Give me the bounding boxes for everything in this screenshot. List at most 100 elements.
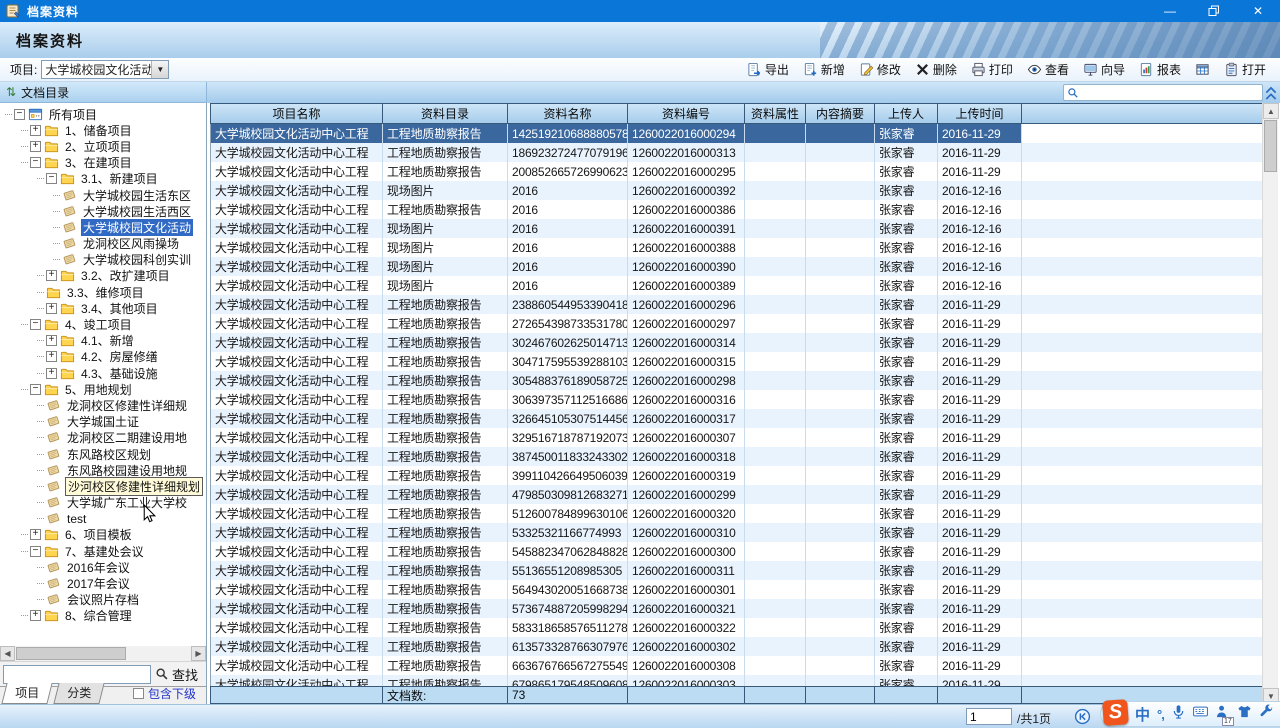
tree-item[interactable]: −3.1、新建项目 <box>0 171 207 187</box>
tree-item[interactable]: 龙洞校区风雨操场 <box>0 236 207 252</box>
table-row[interactable]: 大学城校园文化活动中心工程工程地质勘察报告6135733287663079761… <box>211 637 1262 656</box>
tree-item-label[interactable]: 3.1、新建项目 <box>79 170 160 187</box>
collapse-node-icon[interactable]: − <box>14 109 25 120</box>
tree-item-label[interactable]: 东风路校区规划 <box>65 446 153 463</box>
tree-item[interactable]: +4.1、新增 <box>0 333 207 349</box>
tree-item[interactable]: +8、综合管理 <box>0 608 207 624</box>
tree-item-label[interactable]: 6、项目模板 <box>63 526 134 543</box>
column-header-name[interactable]: 资料名称 <box>508 104 628 123</box>
tree-item-label[interactable]: 大学城国土证 <box>65 413 141 430</box>
tab-category[interactable]: 分类 <box>53 683 104 704</box>
tree-item-label[interactable]: 4.2、房屋修缮 <box>79 348 160 365</box>
column-header-time[interactable]: 上传时间 <box>938 104 1022 123</box>
first-page-icon[interactable] <box>1074 708 1091 725</box>
tree-item-label[interactable]: 2017年会议 <box>65 575 132 592</box>
table-row[interactable]: 大学城校园文化活动中心工程工程地质勘察报告5332532116677499312… <box>211 523 1262 542</box>
microphone-icon[interactable] <box>1171 704 1186 724</box>
table-row[interactable]: 大学城校园文化活动中心工程工程地质勘察报告1869232724770791961… <box>211 143 1262 162</box>
tree-item[interactable]: +1、储备项目 <box>0 122 207 138</box>
tree-item-label[interactable]: 沙河校区修建性详细规划 <box>65 477 203 496</box>
tree-item[interactable]: 沙河校区修建性详细规划 <box>0 478 207 494</box>
table-row[interactable]: 大学城校园文化活动中心工程现场图片20161260022016000389张家睿… <box>211 276 1262 295</box>
tree-item-label[interactable]: test <box>65 512 88 526</box>
expand-node-icon[interactable]: + <box>46 270 57 281</box>
tree-item[interactable]: −3、在建项目 <box>0 155 207 171</box>
tree-item-label[interactable]: 大学城校园生活东区 <box>81 187 193 204</box>
collapse-node-icon[interactable]: − <box>30 546 41 557</box>
scroll-right-icon[interactable]: ▶ <box>191 646 206 661</box>
tree-item-label[interactable]: 3.4、其他项目 <box>79 300 160 317</box>
tree-item[interactable]: +3.4、其他项目 <box>0 300 207 316</box>
tree-item-label[interactable]: 大学城校园科创实训 <box>81 251 193 268</box>
tree-item[interactable]: 东风路校园建设用地规 <box>0 462 207 478</box>
tree-item[interactable]: +4.3、基础设施 <box>0 365 207 381</box>
toolbar-button-open[interactable]: 打开 <box>1218 58 1272 81</box>
ime-logo-icon[interactable]: S <box>1102 699 1129 726</box>
collapse-node-icon[interactable]: − <box>30 384 41 395</box>
column-header-directory[interactable]: 资料目录 <box>383 104 508 123</box>
table-row[interactable]: 大学城校园文化活动中心工程工程地质勘察报告6636767665672755491… <box>211 656 1262 675</box>
table-row[interactable]: 大学城校园文化活动中心工程现场图片20161260022016000388张家睿… <box>211 238 1262 257</box>
tree-item[interactable]: 龙洞校区二期建设用地 <box>0 430 207 446</box>
expand-node-icon[interactable]: + <box>46 368 57 379</box>
column-header-code[interactable]: 资料编号 <box>628 104 745 123</box>
table-row[interactable]: 大学城校园文化活动中心工程工程地质勘察报告3024676026250147131… <box>211 333 1262 352</box>
expand-node-icon[interactable]: + <box>30 529 41 540</box>
tree-item[interactable]: 龙洞校区修建性详细规 <box>0 397 207 413</box>
tree-item-label[interactable]: 2、立项项目 <box>63 138 134 155</box>
table-row[interactable]: 大学城校园文化活动中心工程工程地质勘察报告3047175955392881031… <box>211 352 1262 371</box>
column-header-attribute[interactable]: 资料属性 <box>745 104 806 123</box>
tree-item[interactable]: 2016年会议 <box>0 559 207 575</box>
tree-item-label[interactable]: 大学城校园文化活动 <box>81 219 193 236</box>
close-button[interactable]: ✕ <box>1236 0 1280 22</box>
column-header-summary[interactable]: 内容摘要 <box>806 104 875 123</box>
combo-dropdown-icon[interactable]: ▼ <box>151 61 168 78</box>
scrollbar-thumb[interactable] <box>16 647 126 660</box>
toolbar-button-delete[interactable]: 删除 <box>909 58 963 81</box>
tree-item[interactable]: −7、基建处会议 <box>0 543 207 559</box>
tree-item-label[interactable]: 大学城广东工业大学校 <box>65 494 189 511</box>
tree-item[interactable]: +6、项目模板 <box>0 527 207 543</box>
collapse-chevron-icon[interactable] <box>1264 85 1278 100</box>
toolbar-button-wizard[interactable]: 向导 <box>1077 58 1131 81</box>
tree-item[interactable]: −所有项目 <box>0 106 207 122</box>
table-row[interactable]: 大学城校园文化活动中心工程工程地质勘察报告3054883761890587251… <box>211 371 1262 390</box>
table-row[interactable]: 大学城校园文化活动中心工程工程地质勘察报告5458823470628488281… <box>211 542 1262 561</box>
include-sub-checkbox[interactable] <box>133 688 144 699</box>
table-row[interactable]: 大学城校园文化活动中心工程工程地质勘察报告6798651795485096081… <box>211 675 1262 686</box>
tree-item[interactable]: − 5、用地规划 <box>0 381 207 397</box>
tree-item[interactable]: +4.2、房屋修缮 <box>0 349 207 365</box>
tree-item[interactable]: 2017年会议 <box>0 575 207 591</box>
table-vertical-scrollbar[interactable]: ▲ ▼ <box>1262 103 1278 704</box>
tree-item-label[interactable]: 8、综合管理 <box>63 607 134 624</box>
tree-horizontal-scrollbar[interactable]: ◀ ▶ <box>0 646 206 661</box>
table-row[interactable]: 大学城校园文化活动中心工程工程地质勘察报告5736748872059982941… <box>211 599 1262 618</box>
expand-node-icon[interactable]: + <box>46 351 57 362</box>
tree-item[interactable]: −4、竣工项目 <box>0 316 207 332</box>
tab-project[interactable]: 项目 <box>1 683 52 704</box>
keyboard-icon[interactable] <box>1193 704 1208 724</box>
scroll-left-icon[interactable]: ◀ <box>0 646 15 661</box>
minimize-button[interactable]: — <box>1148 0 1192 22</box>
restore-button[interactable] <box>1192 0 1236 22</box>
tree-item[interactable]: 东风路校区规划 <box>0 446 207 462</box>
tree-item[interactable]: 会议照片存档 <box>0 592 207 608</box>
tree-item-label[interactable]: 3.2、改扩建项目 <box>79 267 172 284</box>
tree-item[interactable]: 3.3、维修项目 <box>0 284 207 300</box>
tree-item-label[interactable]: 2016年会议 <box>65 559 132 576</box>
tree-item-label[interactable]: 5、用地规划 <box>63 381 134 398</box>
skin-icon[interactable] <box>1237 704 1252 724</box>
page-number-input[interactable] <box>966 708 1012 725</box>
tree-search-input[interactable] <box>3 665 151 684</box>
expand-node-icon[interactable]: + <box>30 610 41 621</box>
table-row[interactable]: 大学城校园文化活动中心工程工程地质勘察报告2016126002201600038… <box>211 200 1262 219</box>
tree-item-label[interactable]: 大学城校园生活西区 <box>81 203 193 220</box>
expand-node-icon[interactable]: + <box>46 335 57 346</box>
scrollbar-thumb[interactable] <box>1264 120 1277 172</box>
tree-item[interactable]: +3.2、改扩建项目 <box>0 268 207 284</box>
table-row[interactable]: 大学城校园文化活动中心工程工程地质勘察报告5126007848996301061… <box>211 504 1262 523</box>
tree-item-label[interactable]: 3.3、维修项目 <box>65 284 146 301</box>
table-row[interactable]: 大学城校园文化活动中心工程现场图片20161260022016000391张家睿… <box>211 219 1262 238</box>
toolbar-button-print[interactable]: 打印 <box>965 58 1019 81</box>
toolbar-button-grid[interactable] <box>1189 59 1216 80</box>
